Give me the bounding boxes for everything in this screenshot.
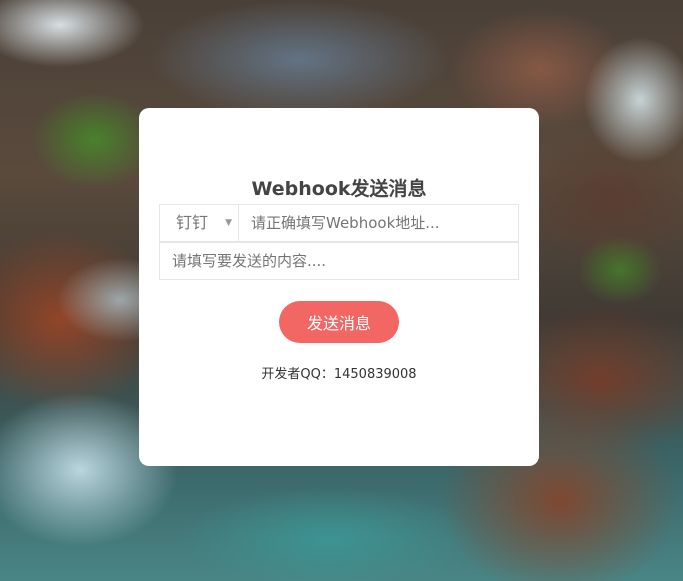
developer-contact: 开发者QQ：1450839008 — [261, 367, 417, 382]
webhook-row: 钉钉 ▼ — [159, 204, 519, 242]
webhook-form-card: Webhook发送消息 钉钉 ▼ 发送消息 开发者QQ：1450839008 — [139, 108, 539, 466]
webhook-url-input[interactable] — [239, 204, 519, 242]
send-message-button[interactable]: 发送消息 — [279, 301, 399, 343]
message-content-input[interactable] — [159, 242, 519, 280]
form-title: Webhook发送消息 — [251, 178, 427, 200]
platform-select[interactable]: 钉钉 ▼ — [159, 204, 239, 242]
page-background: { "form": { "title": "Webhook发送消息", "pla… — [0, 0, 683, 581]
platform-select-value: 钉钉 — [176, 213, 209, 232]
chevron-down-icon: ▼ — [225, 218, 232, 228]
